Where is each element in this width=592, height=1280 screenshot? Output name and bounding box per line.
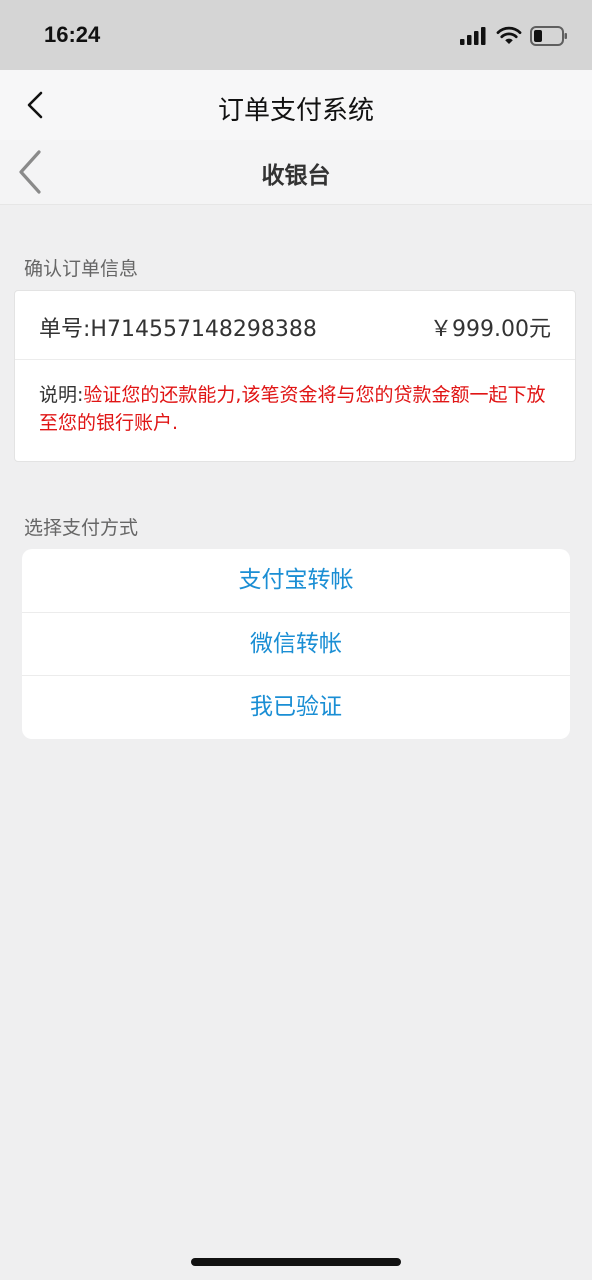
order-number: 单号:H714557148298388 — [39, 317, 317, 342]
order-section-label: 确认订单信息 — [24, 258, 139, 280]
status-time: 16:24 — [44, 22, 101, 47]
page-title: 订单支付系统 — [217, 96, 374, 126]
order-note-prefix: 说明: — [39, 384, 84, 406]
order-note: 说明:验证您的还款能力,该笔资金将与您的贷款金额一起下放至您的银行账户. — [39, 381, 559, 437]
order-row: 单号:H714557148298388 ￥999.00元 — [15, 291, 575, 360]
verified-button[interactable]: 我已验证 — [22, 676, 570, 739]
home-indicator[interactable] — [191, 1258, 401, 1266]
payment-options: 支付宝转帐 微信转帐 我已验证 — [22, 549, 570, 739]
alipay-transfer-button[interactable]: 支付宝转帐 — [22, 549, 570, 612]
status-bar: 16:24 — [0, 0, 592, 70]
nav-bar: 订单支付系统 — [0, 70, 592, 140]
wifi-icon — [496, 26, 522, 44]
order-note-text: 验证您的还款能力,该笔资金将与您的贷款金额一起下放至您的银行账户. — [39, 384, 546, 434]
signal-icon — [460, 27, 486, 45]
wechat-transfer-button[interactable]: 微信转帐 — [22, 613, 570, 676]
order-card: 单号:H714557148298388 ￥999.00元 说明:验证您的还款能力… — [14, 290, 576, 462]
cashier-title: 收银台 — [261, 163, 331, 189]
pay-section-label: 选择支付方式 — [24, 517, 139, 539]
battery-icon — [530, 26, 567, 46]
status-icons — [460, 24, 568, 48]
order-amount: ￥999.00元 — [430, 317, 551, 342]
cashier-header: 收银台 — [0, 140, 592, 205]
